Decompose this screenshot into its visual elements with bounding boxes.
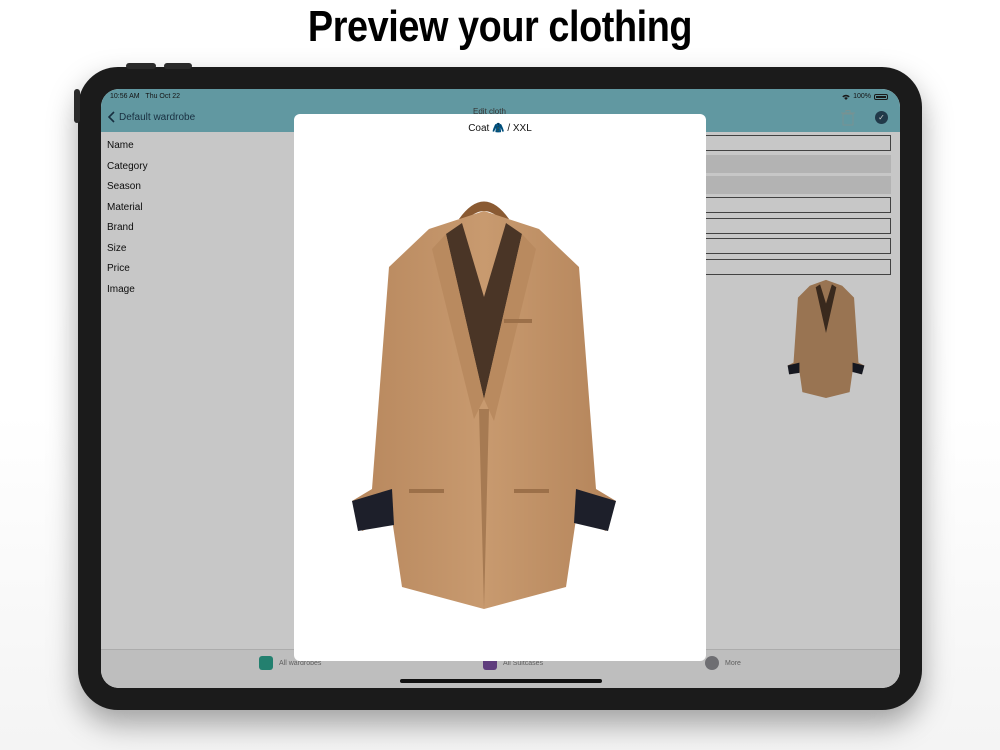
device-button bbox=[126, 63, 156, 69]
device-button bbox=[164, 63, 192, 69]
preview-modal: Coat 🧥 / XXL bbox=[294, 114, 706, 661]
clothing-preview-image bbox=[352, 201, 616, 609]
device-side-button bbox=[74, 89, 80, 123]
modal-title: Coat 🧥 / XXL bbox=[468, 123, 532, 134]
headline: Preview your clothing bbox=[307, 2, 693, 51]
tablet-device: 10:56 AM Thu Oct 22 100% Default wardrob… bbox=[74, 63, 922, 710]
home-indicator bbox=[400, 679, 602, 683]
screen: 10:56 AM Thu Oct 22 100% Default wardrob… bbox=[101, 89, 900, 688]
